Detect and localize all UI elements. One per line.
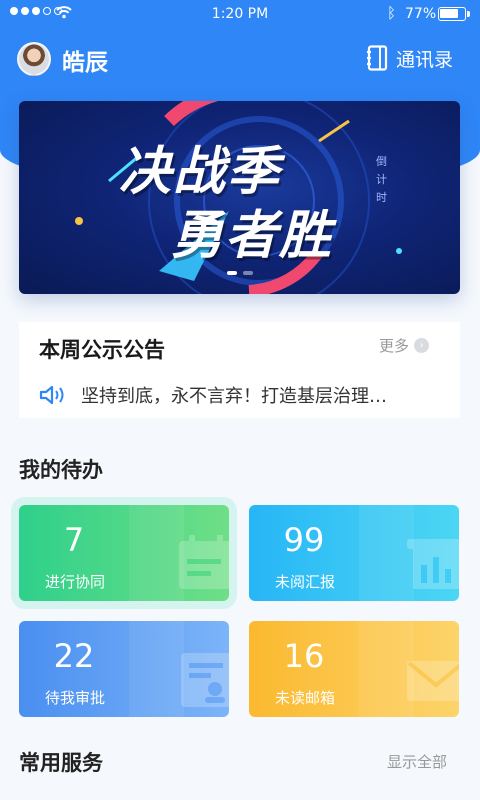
notice-card: 本周公示公告 更多 › 坚持到底，永不言弃！打造基层治理… [19, 322, 460, 418]
todo-count: 16 [283, 637, 325, 675]
banner-pagination [19, 271, 460, 275]
battery-icon [438, 7, 470, 21]
contacts-label: 通讯录 [396, 48, 454, 71]
speaker-icon [39, 385, 64, 405]
todo-label: 未读邮箱 [275, 689, 336, 707]
promo-banner[interactable]: 决战季 勇者胜 倒计时 [19, 101, 460, 294]
battery-percentage: 77% [405, 6, 437, 22]
contacts-book-icon [367, 45, 388, 71]
notice-more-label: 更多 [379, 337, 410, 355]
notice-title: 本周公示公告 [39, 338, 165, 362]
calendar-icon [179, 535, 229, 589]
notice-item[interactable]: 坚持到底，永不言弃！打造基层治理… [39, 382, 453, 408]
report-icon [407, 539, 459, 589]
todo-label: 进行协同 [45, 573, 106, 591]
contacts-button[interactable]: 通讯录 [366, 42, 453, 74]
todo-card-unread-reports[interactable]: 99 未阅汇报 [249, 505, 459, 601]
todo-card-approvals[interactable]: 22 待我审批 [19, 621, 229, 717]
todo-count: 7 [63, 521, 85, 559]
notice-more-link[interactable]: 更多 › [379, 335, 430, 356]
banner-headline-2: 勇者胜 [171, 206, 334, 266]
todo-card-collaboration[interactable]: 7 进行协同 [19, 505, 229, 601]
approval-icon [181, 653, 229, 707]
todo-label: 待我审批 [45, 689, 106, 707]
todo-card-unread-mail[interactable]: 16 未读邮箱 [249, 621, 459, 717]
todo-section-title: 我的待办 [19, 458, 103, 482]
todo-count: 99 [283, 521, 325, 559]
services-section-title: 常用服务 [19, 751, 103, 775]
todo-count: 22 [53, 637, 95, 675]
banner-side-text: 倒计时 [376, 155, 387, 204]
status-bar: 1:20 PM ᛒ 77% [0, 0, 480, 28]
user-avatar[interactable] [17, 42, 51, 76]
show-all-services-link[interactable]: 显示全部 [387, 751, 447, 772]
user-name: 皓辰 [62, 50, 108, 76]
banner-page-dot[interactable] [226, 271, 237, 275]
notice-text: 坚持到底，永不言弃！打造基层治理… [81, 386, 387, 407]
top-bar: 皓辰 通讯录 [0, 36, 480, 80]
banner-page-dot[interactable] [242, 271, 253, 275]
bluetooth-icon: ᛒ [387, 4, 397, 22]
todo-label: 未阅汇报 [275, 573, 336, 591]
chevron-right-icon: › [414, 338, 430, 353]
mail-icon [407, 661, 459, 701]
